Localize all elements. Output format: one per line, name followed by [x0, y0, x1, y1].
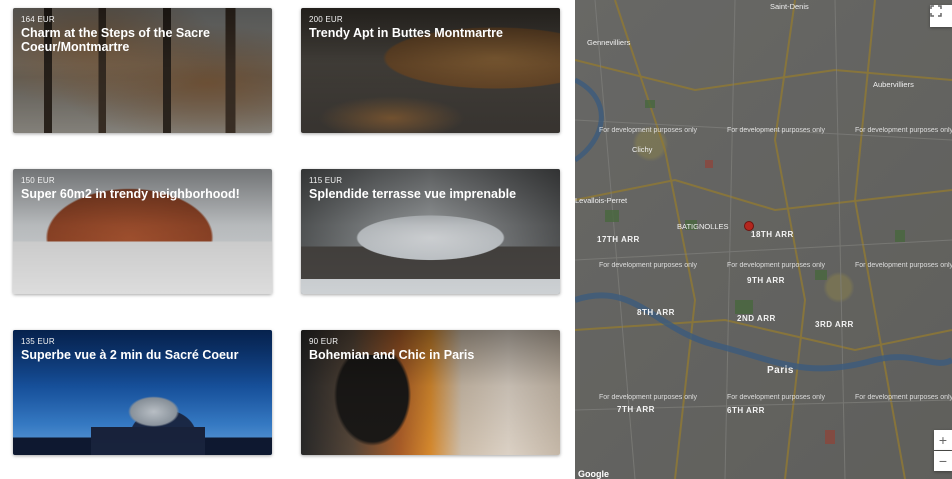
map-area-label: 2ND ARR	[737, 314, 776, 323]
listing-card[interactable]: 150 EUR Super 60m2 in trendy neighborhoo…	[13, 169, 272, 294]
listing-price: 200 EUR	[309, 15, 343, 24]
map-watermark: For development purposes only	[855, 127, 952, 134]
map-area-label: 7TH ARR	[617, 405, 655, 414]
map-area-label: 3RD ARR	[815, 320, 854, 329]
map-place-label: Saint-Denis	[770, 2, 809, 11]
map-watermark: For development purposes only	[727, 127, 826, 134]
listing-card[interactable]: 135 EUR Superbe vue à 2 min du Sacré Coe…	[13, 330, 272, 455]
listing-price: 90 EUR	[309, 337, 339, 346]
listing-title: Trendy Apt in Buttes Montmartre	[309, 26, 503, 40]
map-watermark: For development purposes only	[727, 262, 826, 269]
map-watermark: For development purposes only	[855, 262, 952, 269]
map-area-label: 9TH ARR	[747, 276, 785, 285]
map-area-label: Paris	[767, 365, 794, 376]
map-area-label: 17TH ARR	[597, 235, 640, 244]
map-watermark: For development purposes only	[727, 394, 826, 401]
zoom-in-button[interactable]: +	[934, 430, 952, 450]
listing-card[interactable]: 200 EUR Trendy Apt in Buttes Montmartre	[301, 8, 560, 133]
listing-price: 115 EUR	[309, 176, 343, 185]
map-place-label: Levallois-Perret	[575, 196, 628, 205]
listing-title: Splendide terrasse vue imprenable	[309, 187, 517, 201]
map-area-label: 18TH ARR	[751, 230, 794, 239]
map-area-label: 6TH ARR	[727, 406, 765, 415]
google-logo: Google	[578, 469, 609, 479]
listing-card[interactable]: 164 EUR Charm at the Steps of the Sacre …	[13, 8, 272, 133]
listing-title: Charm at the Steps of the Sacre Coeur/Mo…	[21, 26, 210, 54]
map-watermark: For development purposes only	[599, 127, 698, 134]
fullscreen-icon[interactable]	[930, 5, 952, 27]
map-watermark: For development purposes only	[855, 394, 952, 401]
map-marker-icon[interactable]	[744, 221, 754, 231]
listing-title: Bohemian and Chic in Paris	[309, 348, 475, 362]
map-watermark: For development purposes only	[599, 394, 698, 401]
map-place-label: Gennevilliers	[587, 38, 631, 47]
listing-price: 164 EUR	[21, 15, 55, 24]
zoom-out-button[interactable]: −	[934, 451, 952, 471]
map-place-label: Clichy	[632, 145, 653, 154]
app-root: 164 EUR Charm at the Steps of the Sacre …	[0, 0, 952, 479]
map-watermark: For development purposes only	[599, 262, 698, 269]
listing-title: Superbe vue à 2 min du Sacré Coeur	[21, 348, 239, 362]
listings-panel: 164 EUR Charm at the Steps of the Sacre …	[0, 0, 575, 479]
map-place-label: BATIGNOLLES	[677, 222, 729, 231]
listing-card[interactable]: 90 EUR Bohemian and Chic in Paris	[301, 330, 560, 455]
map-panel[interactable]: Saint-Denis Aubervilliers Clichy Gennevi…	[575, 0, 952, 479]
map-area-label: 8TH ARR	[637, 308, 675, 317]
map-place-label: Aubervilliers	[873, 80, 914, 89]
listing-card[interactable]: 115 EUR Splendide terrasse vue imprenabl…	[301, 169, 560, 294]
listing-price: 150 EUR	[21, 176, 55, 185]
listing-title: Super 60m2 in trendy neighborhood!	[21, 187, 240, 201]
listing-price: 135 EUR	[21, 337, 55, 346]
